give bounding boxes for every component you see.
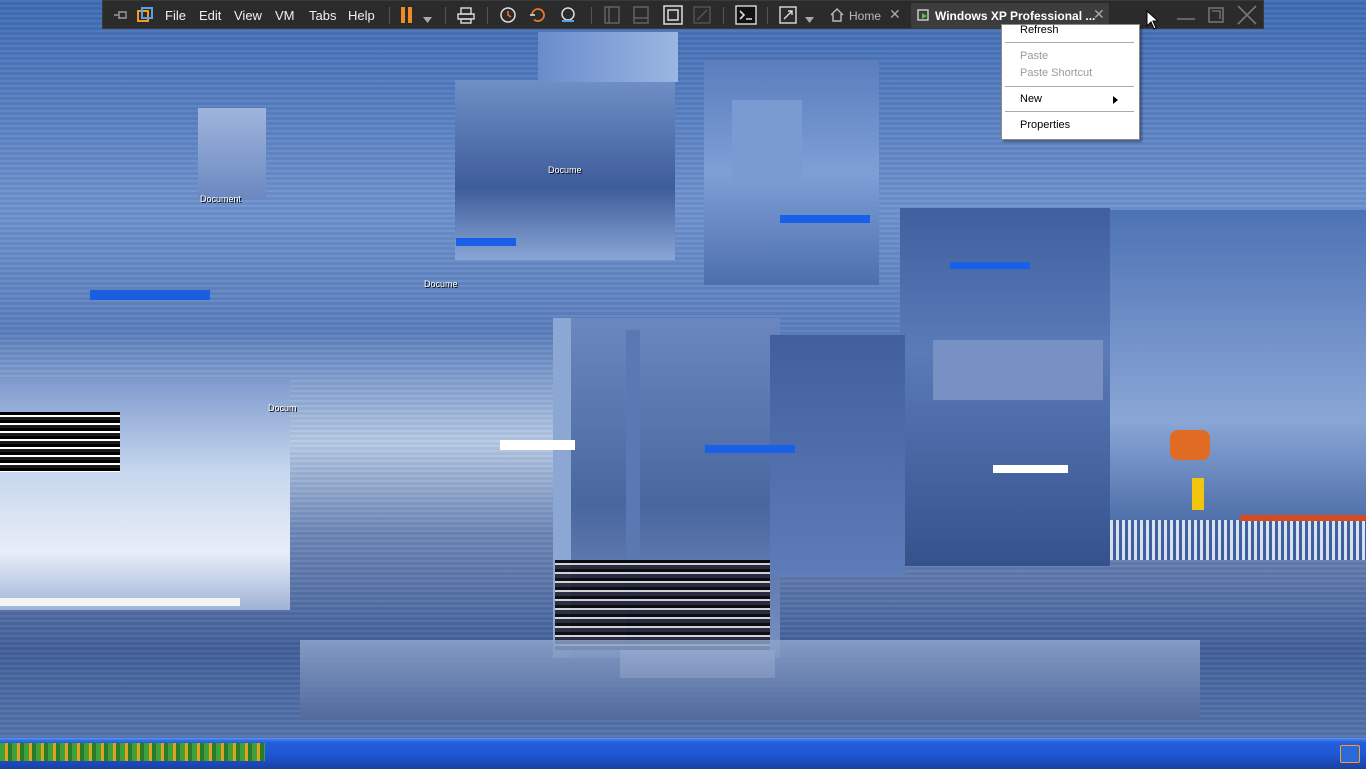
glitch-block [770, 335, 905, 575]
desktop-icon-label[interactable]: Docume [548, 165, 582, 175]
minimize-icon[interactable] [1175, 5, 1197, 25]
dropdown-arrow-icon[interactable] [423, 11, 432, 26]
taskbar-quick-launch[interactable] [0, 743, 265, 761]
glitch-block [198, 108, 266, 200]
glitch-block [1170, 430, 1210, 460]
desktop-icon-label[interactable]: Docum [268, 403, 297, 413]
context-menu-properties[interactable]: Properties [1020, 118, 1070, 132]
glitch-block [1110, 210, 1366, 560]
vm-guest-desktop[interactable]: Document Docume Docume Docum [0, 0, 1366, 738]
guest-taskbar [0, 738, 1366, 769]
menu-view[interactable]: View [234, 6, 262, 24]
vm-running-icon [917, 8, 931, 25]
glitch-block [500, 440, 575, 450]
glitch-block [90, 290, 210, 300]
glitch-block [0, 598, 240, 606]
revert-snapshot-icon[interactable] [529, 6, 547, 27]
close-icon[interactable] [1236, 5, 1258, 25]
vmware-logo-icon [137, 7, 153, 26]
glitch-block [780, 215, 870, 223]
toolbar-separator [723, 7, 724, 24]
home-icon [830, 8, 844, 25]
glitch-block [538, 32, 678, 82]
glitch-block [555, 560, 770, 650]
toolbar-separator [767, 7, 768, 24]
context-menu-refresh[interactable]: Refresh [1020, 25, 1059, 37]
unity-icon[interactable] [693, 6, 711, 27]
pause-icon[interactable] [400, 6, 414, 27]
toolbar-separator [487, 7, 488, 24]
mouse-cursor-icon [1146, 9, 1160, 30]
submenu-arrow-icon [1113, 95, 1118, 107]
menu-separator [1005, 42, 1134, 43]
context-menu-new[interactable]: New [1020, 92, 1042, 106]
menu-edit[interactable]: Edit [199, 6, 221, 24]
tray-icon[interactable] [1340, 745, 1360, 763]
menu-tabs[interactable]: Tabs [309, 6, 336, 24]
snapshot-manager-icon[interactable] [559, 6, 577, 27]
send-ctrl-alt-del-icon[interactable] [457, 6, 475, 27]
menu-help[interactable]: Help [348, 6, 375, 24]
toolbar-separator [445, 7, 446, 24]
tab-windows-xp-label: Windows XP Professional ... [935, 8, 1096, 23]
library-view-icon[interactable] [604, 6, 620, 27]
tab-home-label: Home [849, 8, 882, 23]
context-menu-paste-shortcut[interactable]: Paste Shortcut [1020, 66, 1092, 80]
context-menu: Refresh Paste Paste Shortcut New Propert… [1001, 24, 1140, 140]
dropdown-arrow-icon[interactable] [805, 11, 814, 26]
glitch-block [993, 465, 1068, 473]
snapshot-icon[interactable] [499, 6, 517, 27]
toolbar-separator [389, 7, 390, 24]
glitch-block [950, 262, 1030, 269]
thumbnail-view-icon[interactable] [633, 6, 649, 27]
context-menu-paste[interactable]: Paste [1020, 49, 1048, 63]
glitch-block [1110, 520, 1366, 560]
toolbar-separator [591, 7, 592, 24]
desktop-icon-label[interactable]: Document [200, 194, 241, 204]
console-icon[interactable] [735, 5, 757, 28]
restore-icon[interactable] [1206, 5, 1228, 25]
glitch-block [705, 445, 795, 453]
tab-home[interactable]: Home ✕ [825, 3, 905, 28]
close-tab-icon[interactable]: ✕ [889, 6, 901, 23]
glitch-block [732, 100, 802, 185]
menu-file[interactable]: File [165, 6, 186, 24]
desktop-icon-label[interactable]: Docume [424, 279, 458, 289]
glitch-block [0, 412, 120, 472]
glitch-block [300, 640, 1200, 720]
glitch-block [456, 238, 516, 246]
menu-separator [1005, 111, 1134, 112]
fit-guest-icon[interactable] [663, 5, 683, 28]
menu-vm[interactable]: VM [275, 6, 295, 24]
pin-icon[interactable] [113, 8, 129, 25]
menu-separator [1005, 86, 1134, 87]
glitch-block [1240, 515, 1366, 521]
glitch-block [1192, 478, 1204, 510]
glitch-block [933, 340, 1103, 400]
fullscreen-icon[interactable] [779, 6, 797, 27]
close-tab-icon[interactable]: ✕ [1093, 6, 1105, 23]
